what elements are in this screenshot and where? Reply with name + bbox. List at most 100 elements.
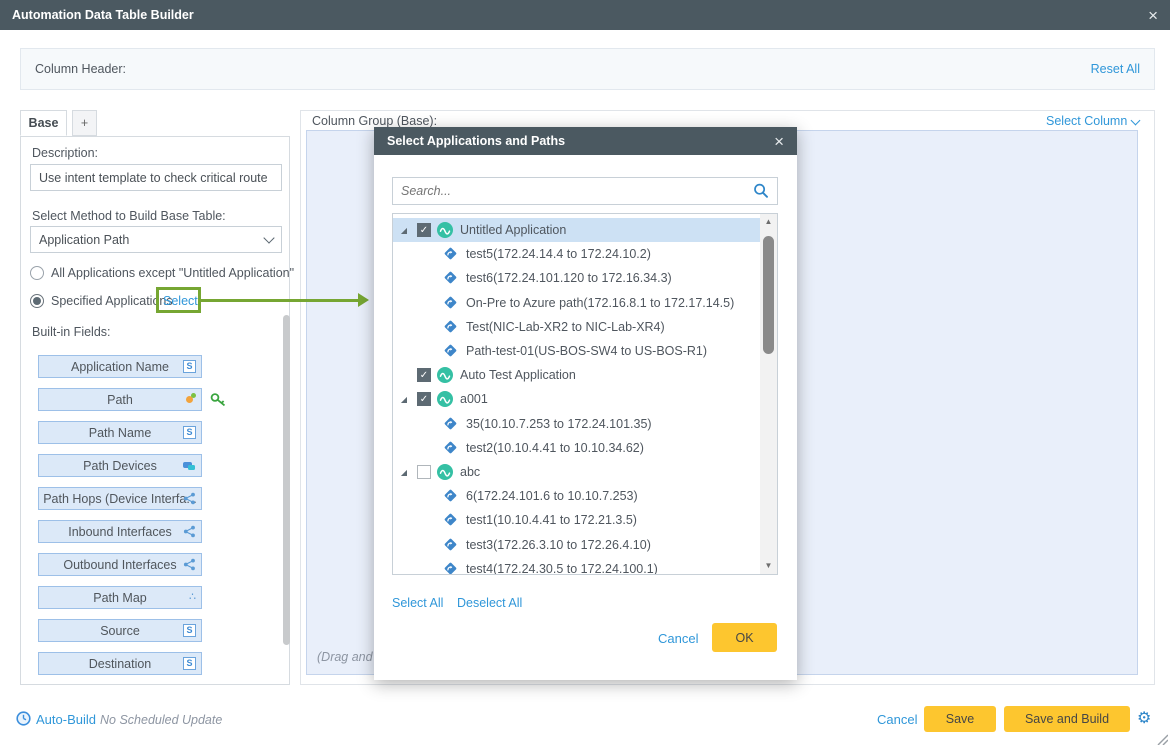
select-column-link[interactable]: Select Column [1046,114,1139,128]
tree-row-path[interactable]: test4(172.24.30.5 to 172.24.100.1) [393,557,761,575]
tree-row-path[interactable]: 6(172.24.101.6 to 10.10.7.253) [393,484,761,508]
checkbox[interactable] [417,465,431,479]
tree-row-application[interactable]: ◢ ✓ a001 [393,387,761,411]
settings-gear-icon[interactable]: ⚙ [1137,711,1151,727]
applications-tree: ◢✓Untitled Applicationtest5(172.24.14.4 … [392,213,778,575]
tree-node-label: test5(172.24.14.4 to 172.24.10.2) [466,247,651,261]
tree-node-label: test6(172.24.101.120 to 172.16.34.3) [466,271,672,285]
left-panel-scrollbar[interactable] [283,315,290,645]
column-group-label: Column Group (Base): [312,114,437,128]
builtin-fields-label: Built-in Fields: [32,325,111,339]
field-chip-outbound-interfaces[interactable]: Outbound Interfaces [38,553,202,576]
tab-base[interactable]: Base [20,110,67,136]
annotation-arrow-line [201,299,358,302]
tree-node-label: Auto Test Application [460,368,576,382]
expand-collapse-icon[interactable]: ◢ [398,468,410,477]
field-chip-label: Path Name [89,426,152,440]
application-icon [437,391,453,407]
path-icon [443,440,459,456]
select-applications-dialog: Select Applications and Paths × ◢✓Untitl… [374,127,797,680]
path-icon [443,488,459,504]
field-chip-label: Path Hops (Device Interfa... [43,492,197,506]
field-chip-inbound-interfaces[interactable]: Inbound Interfaces [38,520,202,543]
search-icon[interactable] [753,183,769,199]
path-icon [443,319,459,335]
path-map-icon: ∴ [189,592,196,603]
auto-build-link[interactable]: Auto-Build [36,712,96,727]
tree-row-path[interactable]: Test(NIC-Lab-XR2 to NIC-Lab-XR4) [393,315,761,339]
field-chip-path[interactable]: Path [38,388,202,411]
checkbox[interactable]: ✓ [417,392,431,406]
tree-row-path[interactable]: test6(172.24.101.120 to 172.16.34.3) [393,266,761,290]
reset-all-link[interactable]: Reset All [1091,62,1140,76]
tree-row-path[interactable]: test5(172.24.14.4 to 172.24.10.2) [393,242,761,266]
radio-all-applications[interactable] [30,266,44,280]
save-and-build-button[interactable]: Save and Build [1004,706,1130,732]
tree-row-path[interactable]: test2(10.10.4.41 to 10.10.34.62) [393,436,761,460]
devices-icon [182,460,196,472]
scroll-up-icon[interactable]: ▲ [760,214,777,230]
tree-row-application[interactable]: ◢✓Untitled Application [393,218,761,242]
cancel-button[interactable]: Cancel [877,712,917,727]
dialog-cancel-button[interactable]: Cancel [658,631,698,646]
hops-icon [183,492,196,505]
field-chip-path-name[interactable]: Path NameS [38,421,202,444]
tree-node-label: 6(172.24.101.6 to 10.10.7.253) [466,489,638,503]
tree-row-path[interactable]: test1(10.10.4.41 to 172.21.3.5) [393,508,761,532]
hops-icon [183,558,196,571]
method-dropdown[interactable]: Application Path [30,226,282,253]
save-button[interactable]: Save [924,706,996,732]
annotation-arrow-head-icon [358,293,369,307]
field-chip-label: Destination [89,657,152,671]
field-chip-label: Source [100,624,140,638]
radio-specified-applications-label: Specified Applications [51,294,173,308]
field-chip-destination[interactable]: DestinationS [38,652,202,675]
tree-row-path[interactable]: test3(172.26.3.10 to 172.26.4.10) [393,533,761,557]
path-icon [443,512,459,528]
field-chip-application-name[interactable]: Application Name S [38,355,202,378]
scrollbar-thumb[interactable] [763,236,774,354]
method-label: Select Method to Build Base Table: [32,209,226,223]
tree-node-label: a001 [460,392,488,406]
window-close-icon[interactable]: × [1148,7,1158,24]
deselect-all-link[interactable]: Deselect All [457,596,522,610]
resize-grip-icon[interactable] [1156,733,1168,748]
application-icon [437,367,453,383]
tree-row-path[interactable]: 35(10.10.7.253 to 172.24.101.35) [393,412,761,436]
search-box [392,177,778,205]
checkbox[interactable]: ✓ [417,368,431,382]
tree-node-label: abc [460,465,480,479]
field-chip-path-map[interactable]: Path Map ∴ [38,586,202,609]
string-type-icon: S [183,360,196,373]
clock-icon [16,711,31,726]
tree-node-label: test2(10.10.4.41 to 10.10.34.62) [466,441,644,455]
field-chip-label: Path Map [93,591,147,605]
field-chip-path-devices[interactable]: Path Devices [38,454,202,477]
expand-collapse-icon[interactable]: ◢ [398,226,410,235]
radio-specified-applications[interactable] [30,294,44,308]
path-icon [443,561,459,575]
ok-button[interactable]: OK [712,623,777,652]
radio-all-applications-label: All Applications except "Untitled Applic… [51,266,294,280]
tree-row-application[interactable]: ✓ Auto Test Application [393,363,761,387]
field-chip-label: Application Name [71,360,169,374]
tree-row-application[interactable]: ◢ abc [393,460,761,484]
scroll-down-icon[interactable]: ▼ [760,558,777,574]
tree-scrollbar[interactable]: ▲ ▼ [760,214,777,574]
field-chip-path-hops-device-interfa[interactable]: Path Hops (Device Interfa... [38,487,202,510]
field-chip-label: Path [107,393,133,407]
description-input[interactable] [30,164,282,191]
checkbox[interactable]: ✓ [417,223,431,237]
select-all-link[interactable]: Select All [392,596,443,610]
dialog-close-icon[interactable]: × [774,133,784,150]
tree-node-label: Test(NIC-Lab-XR2 to NIC-Lab-XR4) [466,320,665,334]
tree-row-path[interactable]: On-Pre to Azure path(172.16.8.1 to 172.1… [393,291,761,315]
tab-add[interactable]: + [72,110,97,136]
tree-node-label: test3(172.26.3.10 to 172.26.4.10) [466,538,651,552]
application-icon [437,222,453,238]
tree-row-path[interactable]: Path-test-01(US-BOS-SW4 to US-BOS-R1) [393,339,761,363]
field-chip-source[interactable]: SourceS [38,619,202,642]
expand-collapse-icon[interactable]: ◢ [398,395,410,404]
search-input[interactable] [393,184,753,198]
key-icon [210,392,227,410]
